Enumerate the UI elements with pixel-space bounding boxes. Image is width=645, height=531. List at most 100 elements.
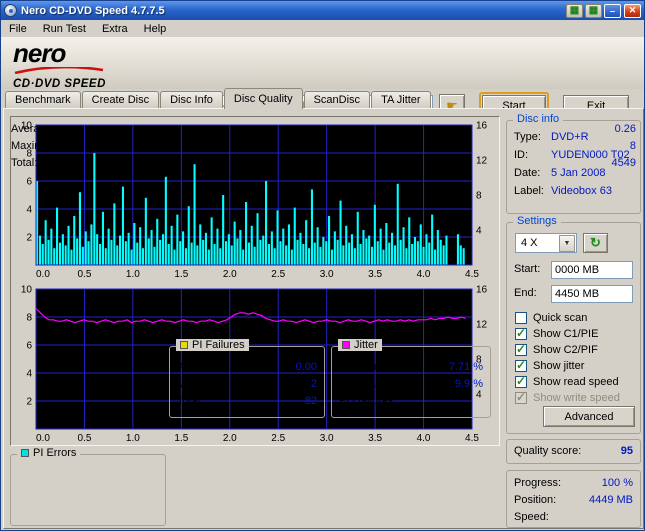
progress-label: Progress: (514, 477, 562, 489)
menu-bar: File Run Test Extra Help (1, 20, 644, 37)
svg-text:0.5: 0.5 (77, 433, 91, 444)
checkbox-icon[interactable] (515, 342, 527, 356)
tab-scandisc[interactable]: ScanDisc (303, 91, 371, 109)
quality-score-box: Quality score: 95 (506, 439, 641, 464)
svg-text:10: 10 (21, 285, 33, 296)
svg-text:0.5: 0.5 (77, 269, 91, 280)
svg-text:0.0: 0.0 (36, 269, 50, 280)
checkbox-icon[interactable] (515, 326, 527, 340)
svg-text:4: 4 (476, 226, 482, 237)
pif-color-swatch (180, 341, 188, 349)
quality-score-label: Quality score: (514, 445, 582, 457)
capture-icon: ▦ (569, 5, 580, 16)
tab-create-disc[interactable]: Create Disc (81, 91, 160, 109)
checkbox-show-c1-pie[interactable]: Show C1/PIE (515, 326, 636, 341)
stat-value: 2 (310, 378, 317, 390)
jitter-color-swatch (342, 341, 350, 349)
nero-logo: nero CD·DVD SPEED (13, 38, 163, 90)
stat-value: 8 (629, 140, 636, 152)
disc-label-label: Label: (514, 185, 544, 197)
svg-text:1.0: 1.0 (126, 269, 140, 280)
minimize-button[interactable]: – (604, 3, 621, 18)
checkbox-show-jitter[interactable]: Show jitter (515, 358, 636, 373)
position-value: 4449 MB (588, 494, 633, 506)
svg-text:4.0: 4.0 (417, 433, 431, 444)
pi-errors-title: PI Errors (17, 447, 81, 459)
svg-text:3.5: 3.5 (368, 433, 382, 444)
refresh-button[interactable]: ↻ (583, 233, 608, 253)
svg-text:3.0: 3.0 (320, 433, 334, 444)
speed-label: Speed: (514, 511, 549, 523)
progress-value: 100 % (601, 477, 633, 489)
menu-extra[interactable]: Extra (94, 22, 136, 36)
capture-region-button[interactable]: ▦ (585, 3, 602, 18)
stat-label: Total: (177, 395, 204, 407)
capture-window-button[interactable]: ▦ (566, 3, 583, 18)
settings-group: Settings 4 X ▼ ↻ Start: End: Quick scan … (506, 215, 641, 434)
menu-help[interactable]: Help (136, 22, 175, 36)
svg-text:3.0: 3.0 (320, 269, 334, 280)
checkbox-icon[interactable] (515, 374, 527, 388)
chevron-down-icon[interactable]: ▼ (559, 234, 575, 252)
speed-select-value: 4 X (521, 237, 538, 249)
nero-wordmark: nero (13, 38, 66, 68)
svg-text:0.0: 0.0 (36, 433, 50, 444)
stat-label: Maximum: (177, 378, 228, 390)
tab-disc-info[interactable]: Disc Info (160, 91, 223, 109)
checkbox-icon[interactable] (515, 312, 527, 324)
tab-ta-jitter[interactable]: TA Jitter (371, 91, 431, 109)
minimize-icon: – (609, 5, 615, 16)
stat-label: Average: (339, 361, 383, 373)
svg-text:4.0: 4.0 (417, 269, 431, 280)
refresh-icon: ↻ (590, 235, 601, 250)
stat-label: Maximum: (11, 140, 62, 152)
svg-text:2.0: 2.0 (223, 433, 237, 444)
svg-text:2.5: 2.5 (271, 269, 285, 280)
stat-label: Total: (11, 157, 38, 169)
disc-label-value: Videobox 63 (551, 185, 612, 197)
svg-text:8: 8 (476, 191, 482, 202)
pi-failures-title: PI Failures (176, 339, 249, 351)
stat-label: Average: (177, 361, 221, 373)
tab-benchmark[interactable]: Benchmark (5, 91, 81, 109)
quality-score-value: 95 (620, 445, 633, 457)
svg-text:4: 4 (26, 369, 32, 380)
close-button[interactable]: ✕ (624, 3, 641, 18)
stat-value: 7.71 % (448, 361, 483, 373)
menu-run-test[interactable]: Run Test (35, 22, 94, 36)
checkbox-label: Show C1/PIE (533, 328, 599, 340)
checkbox-show-read-speed[interactable]: Show read speed (515, 374, 636, 389)
stat-label: Average: (11, 123, 55, 135)
checkbox-label: Show write speed (533, 392, 620, 404)
app-disc-icon (4, 4, 17, 17)
checkbox-show-c2-pif[interactable]: Show C2/PIF (515, 342, 636, 357)
header: nero CD·DVD SPEED [0:2] LITE-ON DVDRW LH… (1, 37, 644, 119)
svg-text:1.5: 1.5 (174, 433, 188, 444)
svg-text:2: 2 (26, 233, 32, 244)
start-position-label: Start: (514, 263, 541, 275)
start-position-field[interactable] (551, 261, 633, 279)
checkbox-icon[interactable] (515, 358, 527, 372)
svg-text:4.5: 4.5 (465, 433, 479, 444)
stat-value: 4549 (611, 157, 636, 169)
svg-text:8: 8 (26, 313, 32, 324)
tab-disc-quality[interactable]: Disc Quality (223, 88, 303, 109)
end-position-label: End: (514, 287, 537, 299)
window-title: Nero CD-DVD Speed 4.7.7.5 (21, 4, 165, 17)
end-position-field[interactable] (551, 285, 633, 303)
tab-strip: Benchmark Create Disc Disc Info Disc Qua… (5, 88, 432, 109)
checkbox-show-write-speed: Show write speed (515, 390, 636, 405)
position-label: Position: (514, 494, 557, 506)
menu-file[interactable]: File (1, 22, 35, 36)
checkbox-quick-scan[interactable]: Quick scan (515, 311, 636, 325)
svg-text:1.5: 1.5 (174, 269, 188, 280)
svg-text:12: 12 (476, 320, 488, 331)
jitter-stats: Jitter Average: 7.71 % Maximum: 9.9 % PO f… (331, 339, 491, 418)
stat-value: 0.26 (614, 123, 636, 135)
disc-quality-page: 10 8 6 4 2 16 12 8 4 0.0 0.5 1.0 1.5 2.0 2.5 3.0 3.5 4.0 4… (3, 108, 644, 529)
pi-failures-stats: PI Failures Average: 0.00 Maximum: 2 Total… (169, 339, 325, 418)
speed-select[interactable]: 4 X ▼ (515, 233, 577, 253)
checkbox-label: Show jitter (533, 360, 585, 372)
advanced-button[interactable]: Advanced (543, 406, 635, 427)
title-bar: Nero CD-DVD Speed 4.7.7.5 ▦ ▦ – ✕ (1, 1, 644, 20)
